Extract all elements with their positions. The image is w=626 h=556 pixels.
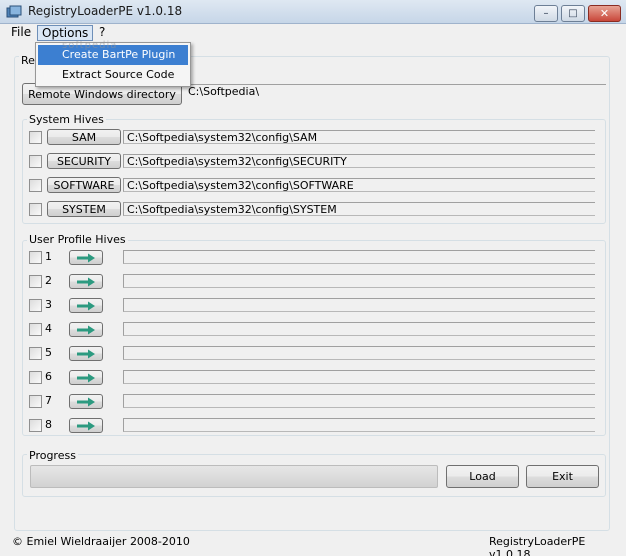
user-hive-1-path-field[interactable]: [123, 250, 595, 264]
copyright-text: © Emiel Wieldraaijer 2008-2010: [12, 535, 190, 548]
user-hive-4-label: 4: [45, 322, 52, 335]
user-hive-4-checkbox[interactable]: [29, 323, 42, 336]
arrow-right-icon: [77, 301, 95, 310]
arrow-right-icon: [77, 325, 95, 334]
user-hive-1-browse-button[interactable]: [69, 250, 103, 265]
user-hive-8-label: 8: [45, 418, 52, 431]
progress-bar: [30, 465, 438, 488]
user-hive-3-path-field[interactable]: [123, 298, 595, 312]
user-hive-7-checkbox[interactable]: [29, 395, 42, 408]
window-title: RegistryLoaderPE v1.0.18: [28, 4, 183, 18]
remote-directory-path: C:\Softpedia\: [188, 85, 260, 98]
main-panel: Re Remote Windows directory C:\Softpedia…: [2, 42, 624, 532]
security-checkbox[interactable]: [29, 155, 42, 168]
system-path-field[interactable]: C:\Softpedia\system32\config\SYSTEM: [123, 202, 595, 216]
user-hive-5-path-field[interactable]: [123, 346, 595, 360]
security-button[interactable]: SECURITY: [47, 153, 121, 169]
sam-checkbox[interactable]: [29, 131, 42, 144]
user-hive-7-label: 7: [45, 394, 52, 407]
menu-options[interactable]: Options: [37, 25, 94, 41]
user-hive-7-path-field[interactable]: [123, 394, 595, 408]
system-checkbox[interactable]: [29, 203, 42, 216]
system-button[interactable]: SYSTEM: [47, 201, 121, 217]
user-hive-8-checkbox[interactable]: [29, 419, 42, 432]
user-hive-6-path-field[interactable]: [123, 370, 595, 384]
arrow-right-icon: [77, 253, 95, 262]
user-hive-2-checkbox[interactable]: [29, 275, 42, 288]
user-hive-8-path-field[interactable]: [123, 418, 595, 432]
menu-help[interactable]: ?: [95, 25, 109, 41]
arrow-right-icon: [77, 397, 95, 406]
app-icon: [6, 5, 22, 18]
user-hive-2-path-field[interactable]: [123, 274, 595, 288]
user-hive-4-browse-button[interactable]: [69, 322, 103, 337]
software-path-field[interactable]: C:\Softpedia\system32\config\SOFTWARE: [123, 178, 595, 192]
maximize-icon: □: [568, 8, 578, 19]
sam-path-field[interactable]: C:\Softpedia\system32\config\SAM: [123, 130, 595, 144]
arrow-right-icon: [77, 421, 95, 430]
minimize-button[interactable]: –: [534, 5, 558, 22]
minimize-icon: –: [543, 8, 549, 19]
user-profile-hives-label: User Profile Hives: [27, 233, 128, 246]
user-hive-6-label: 6: [45, 370, 52, 383]
progress-label: Progress: [27, 449, 78, 462]
close-button[interactable]: ✕: [588, 5, 621, 22]
software-button[interactable]: SOFTWARE: [47, 177, 121, 193]
user-hive-3-checkbox[interactable]: [29, 299, 42, 312]
user-hive-4-path-field[interactable]: [123, 322, 595, 336]
user-hive-7-browse-button[interactable]: [69, 394, 103, 409]
remote-path-field[interactable]: [188, 84, 606, 85]
user-hive-5-checkbox[interactable]: [29, 347, 42, 360]
user-hive-5-label: 5: [45, 346, 52, 359]
user-hive-3-browse-button[interactable]: [69, 298, 103, 313]
menu-file[interactable]: File: [7, 25, 35, 41]
arrow-right-icon: [77, 277, 95, 286]
user-hive-5-browse-button[interactable]: [69, 346, 103, 361]
user-hive-2-label: 2: [45, 274, 52, 287]
software-checkbox[interactable]: [29, 179, 42, 192]
system-hives-label: System Hives: [27, 113, 106, 126]
version-text: RegistryLoaderPE v1.0.18: [489, 535, 586, 556]
menu-extract-source-code[interactable]: Extract Source Code: [38, 65, 188, 85]
security-path-field[interactable]: C:\Softpedia\system32\config\SECURITY: [123, 154, 595, 168]
close-icon: ✕: [599, 7, 610, 20]
user-hive-6-checkbox[interactable]: [29, 371, 42, 384]
user-hive-6-browse-button[interactable]: [69, 370, 103, 385]
user-hive-1-checkbox[interactable]: [29, 251, 42, 264]
arrow-right-icon: [77, 373, 95, 382]
watermark: softpedia: [62, 40, 118, 51]
exit-button[interactable]: Exit: [526, 465, 599, 488]
maximize-button[interactable]: □: [561, 5, 585, 22]
sam-button[interactable]: SAM: [47, 129, 121, 145]
arrow-right-icon: [77, 349, 95, 358]
user-hive-1-label: 1: [45, 250, 52, 263]
user-hive-3-label: 3: [45, 298, 52, 311]
title-bar[interactable]: RegistryLoaderPE v1.0.18 – □ ✕: [0, 0, 626, 24]
load-button[interactable]: Load: [446, 465, 519, 488]
user-hive-8-browse-button[interactable]: [69, 418, 103, 433]
user-hive-2-browse-button[interactable]: [69, 274, 103, 289]
